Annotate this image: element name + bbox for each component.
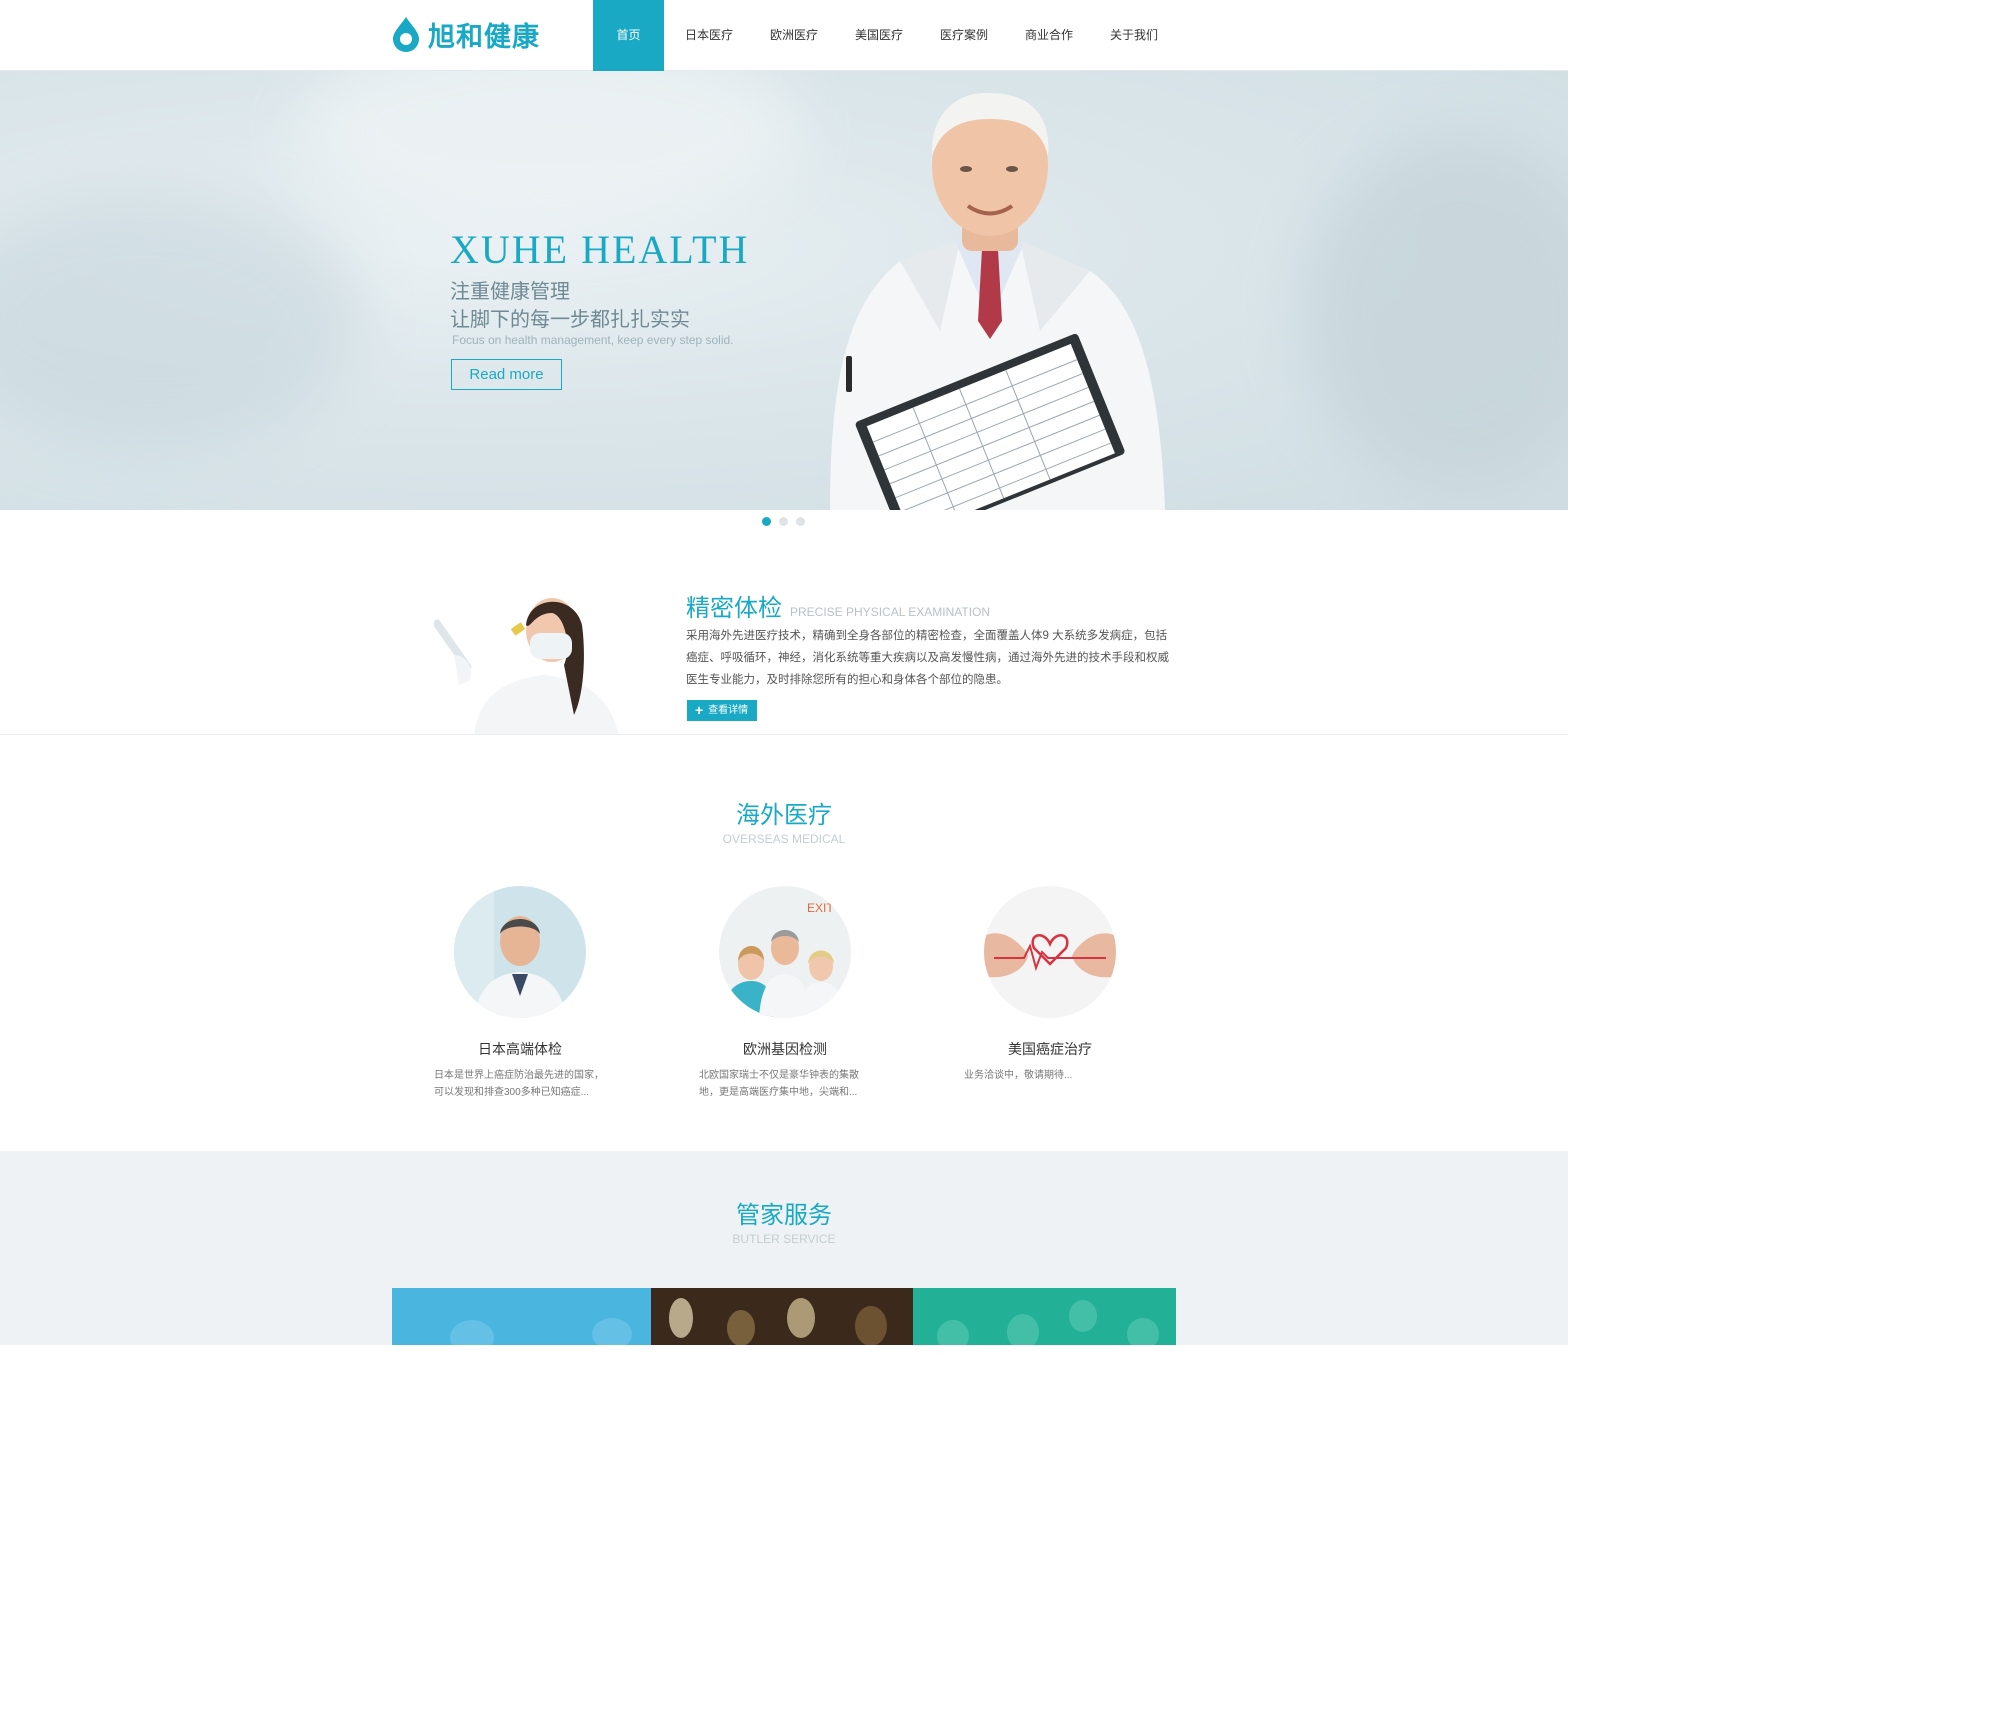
svg-text:EXIT: EXIT — [807, 901, 834, 915]
carousel-dots — [762, 517, 805, 526]
butler-section-title: 管家服务 BUTLER SERVICE — [0, 1195, 1568, 1246]
card-title: 日本高端体检 — [478, 1041, 562, 1057]
overseas-section-title: 海外医疗 OVERSEAS MEDICAL — [0, 795, 1568, 846]
banner-english-tagline: Focus on health management, keep every s… — [452, 333, 734, 347]
brand-name: 旭和健康 — [428, 21, 540, 52]
view-details-button[interactable]: + 查看详情 — [687, 700, 757, 721]
butler-team-image[interactable] — [913, 1288, 1176, 1345]
overseas-title-cn: 海外医疗 — [736, 802, 832, 829]
banner-title: XUHE HEALTH — [450, 227, 750, 272]
carousel-dot[interactable] — [796, 517, 805, 526]
logo[interactable]: 旭和健康 — [390, 14, 540, 54]
nav-item-europe[interactable]: 欧洲医疗 — [755, 0, 833, 71]
card-title: 欧洲基因检测 — [743, 1041, 827, 1057]
banner-line-2: 让脚下的每一步都扎扎实实 — [450, 309, 690, 331]
carousel-dot[interactable] — [779, 517, 788, 526]
card-description: 业务洽谈中，敬请期待... — [964, 1070, 1073, 1081]
overseas-title-en: OVERSEAS MEDICAL — [722, 832, 846, 846]
heartbeat-hands-image — [984, 886, 1116, 1018]
exam-description: 采用海外先进医疗技术，精确到全身各部位的精密检查，全面覆盖人体9 大系统多发病症… — [686, 630, 1169, 686]
nav-item-japan[interactable]: 日本医疗 — [670, 0, 748, 71]
overseas-card-japan[interactable]: 日本高端体检 日本是世界上癌症防治最先进的国家，可以发现和排查300多种已知癌症… — [434, 886, 634, 1101]
exam-title-en: PRECISE PHYSICAL EXAMINATION — [790, 605, 991, 619]
main-nav: 首页 日本医疗 欧洲医疗 美国医疗 医疗案例 商业合作 关于我们 — [593, 0, 1173, 71]
nav-item-cases[interactable]: 医疗案例 — [925, 0, 1003, 71]
butler-title-en: BUTLER SERVICE — [732, 1232, 836, 1246]
read-more-button[interactable]: Read more — [451, 359, 562, 390]
overseas-card-usa[interactable]: 美国癌症治疗 业务洽谈中，敬请期待... — [964, 886, 1164, 1084]
plus-icon: + — [695, 702, 704, 718]
nav-item-about[interactable]: 关于我们 — [1095, 0, 1173, 71]
butler-dining-image[interactable] — [651, 1288, 913, 1345]
nav-item-home[interactable]: 首页 — [593, 0, 664, 71]
carousel-dot[interactable] — [762, 517, 771, 526]
site-header: 旭和健康 首页 日本医疗 欧洲医疗 美国医疗 医疗案例 商业合作 关于我们 — [0, 0, 1568, 71]
butler-family-image[interactable] — [392, 1288, 651, 1345]
view-details-label: 查看详情 — [708, 705, 749, 716]
card-description: 日本是世界上癌症防治最先进的国家，可以发现和排查300多种已知癌症... — [434, 1070, 604, 1098]
section-divider — [0, 734, 1568, 735]
exam-section-title: 精密体检 PRECISE PHYSICAL EXAMINATION — [686, 588, 990, 623]
exam-title-cn: 精密体检 — [686, 595, 782, 622]
hero-banner: XUHE HEALTH 注重健康管理 让脚下的每一步都扎扎实实 Focus on… — [0, 71, 1568, 510]
banner-line-1: 注重健康管理 — [450, 281, 570, 303]
water-drop-logo-icon — [393, 17, 419, 52]
card-title: 美国癌症治疗 — [1008, 1041, 1092, 1057]
overseas-card-europe[interactable]: EXIT 欧洲基因检测 北欧国家瑞士不仅是豪华钟表的集散地，更是高端医疗集中地，… — [699, 886, 899, 1101]
nav-item-usa[interactable]: 美国医疗 — [840, 0, 918, 71]
card-description: 北欧国家瑞士不仅是豪华钟表的集散地，更是高端医疗集中地，尖端和... — [699, 1070, 859, 1098]
senior-doctor-image — [830, 92, 1165, 510]
doctor-team-image: EXIT — [719, 886, 851, 1018]
nurse-test-tube-image — [434, 585, 650, 735]
nav-item-business[interactable]: 商业合作 — [1010, 0, 1088, 71]
japanese-doctor-image — [454, 886, 586, 1018]
butler-title-cn: 管家服务 — [736, 1202, 832, 1229]
